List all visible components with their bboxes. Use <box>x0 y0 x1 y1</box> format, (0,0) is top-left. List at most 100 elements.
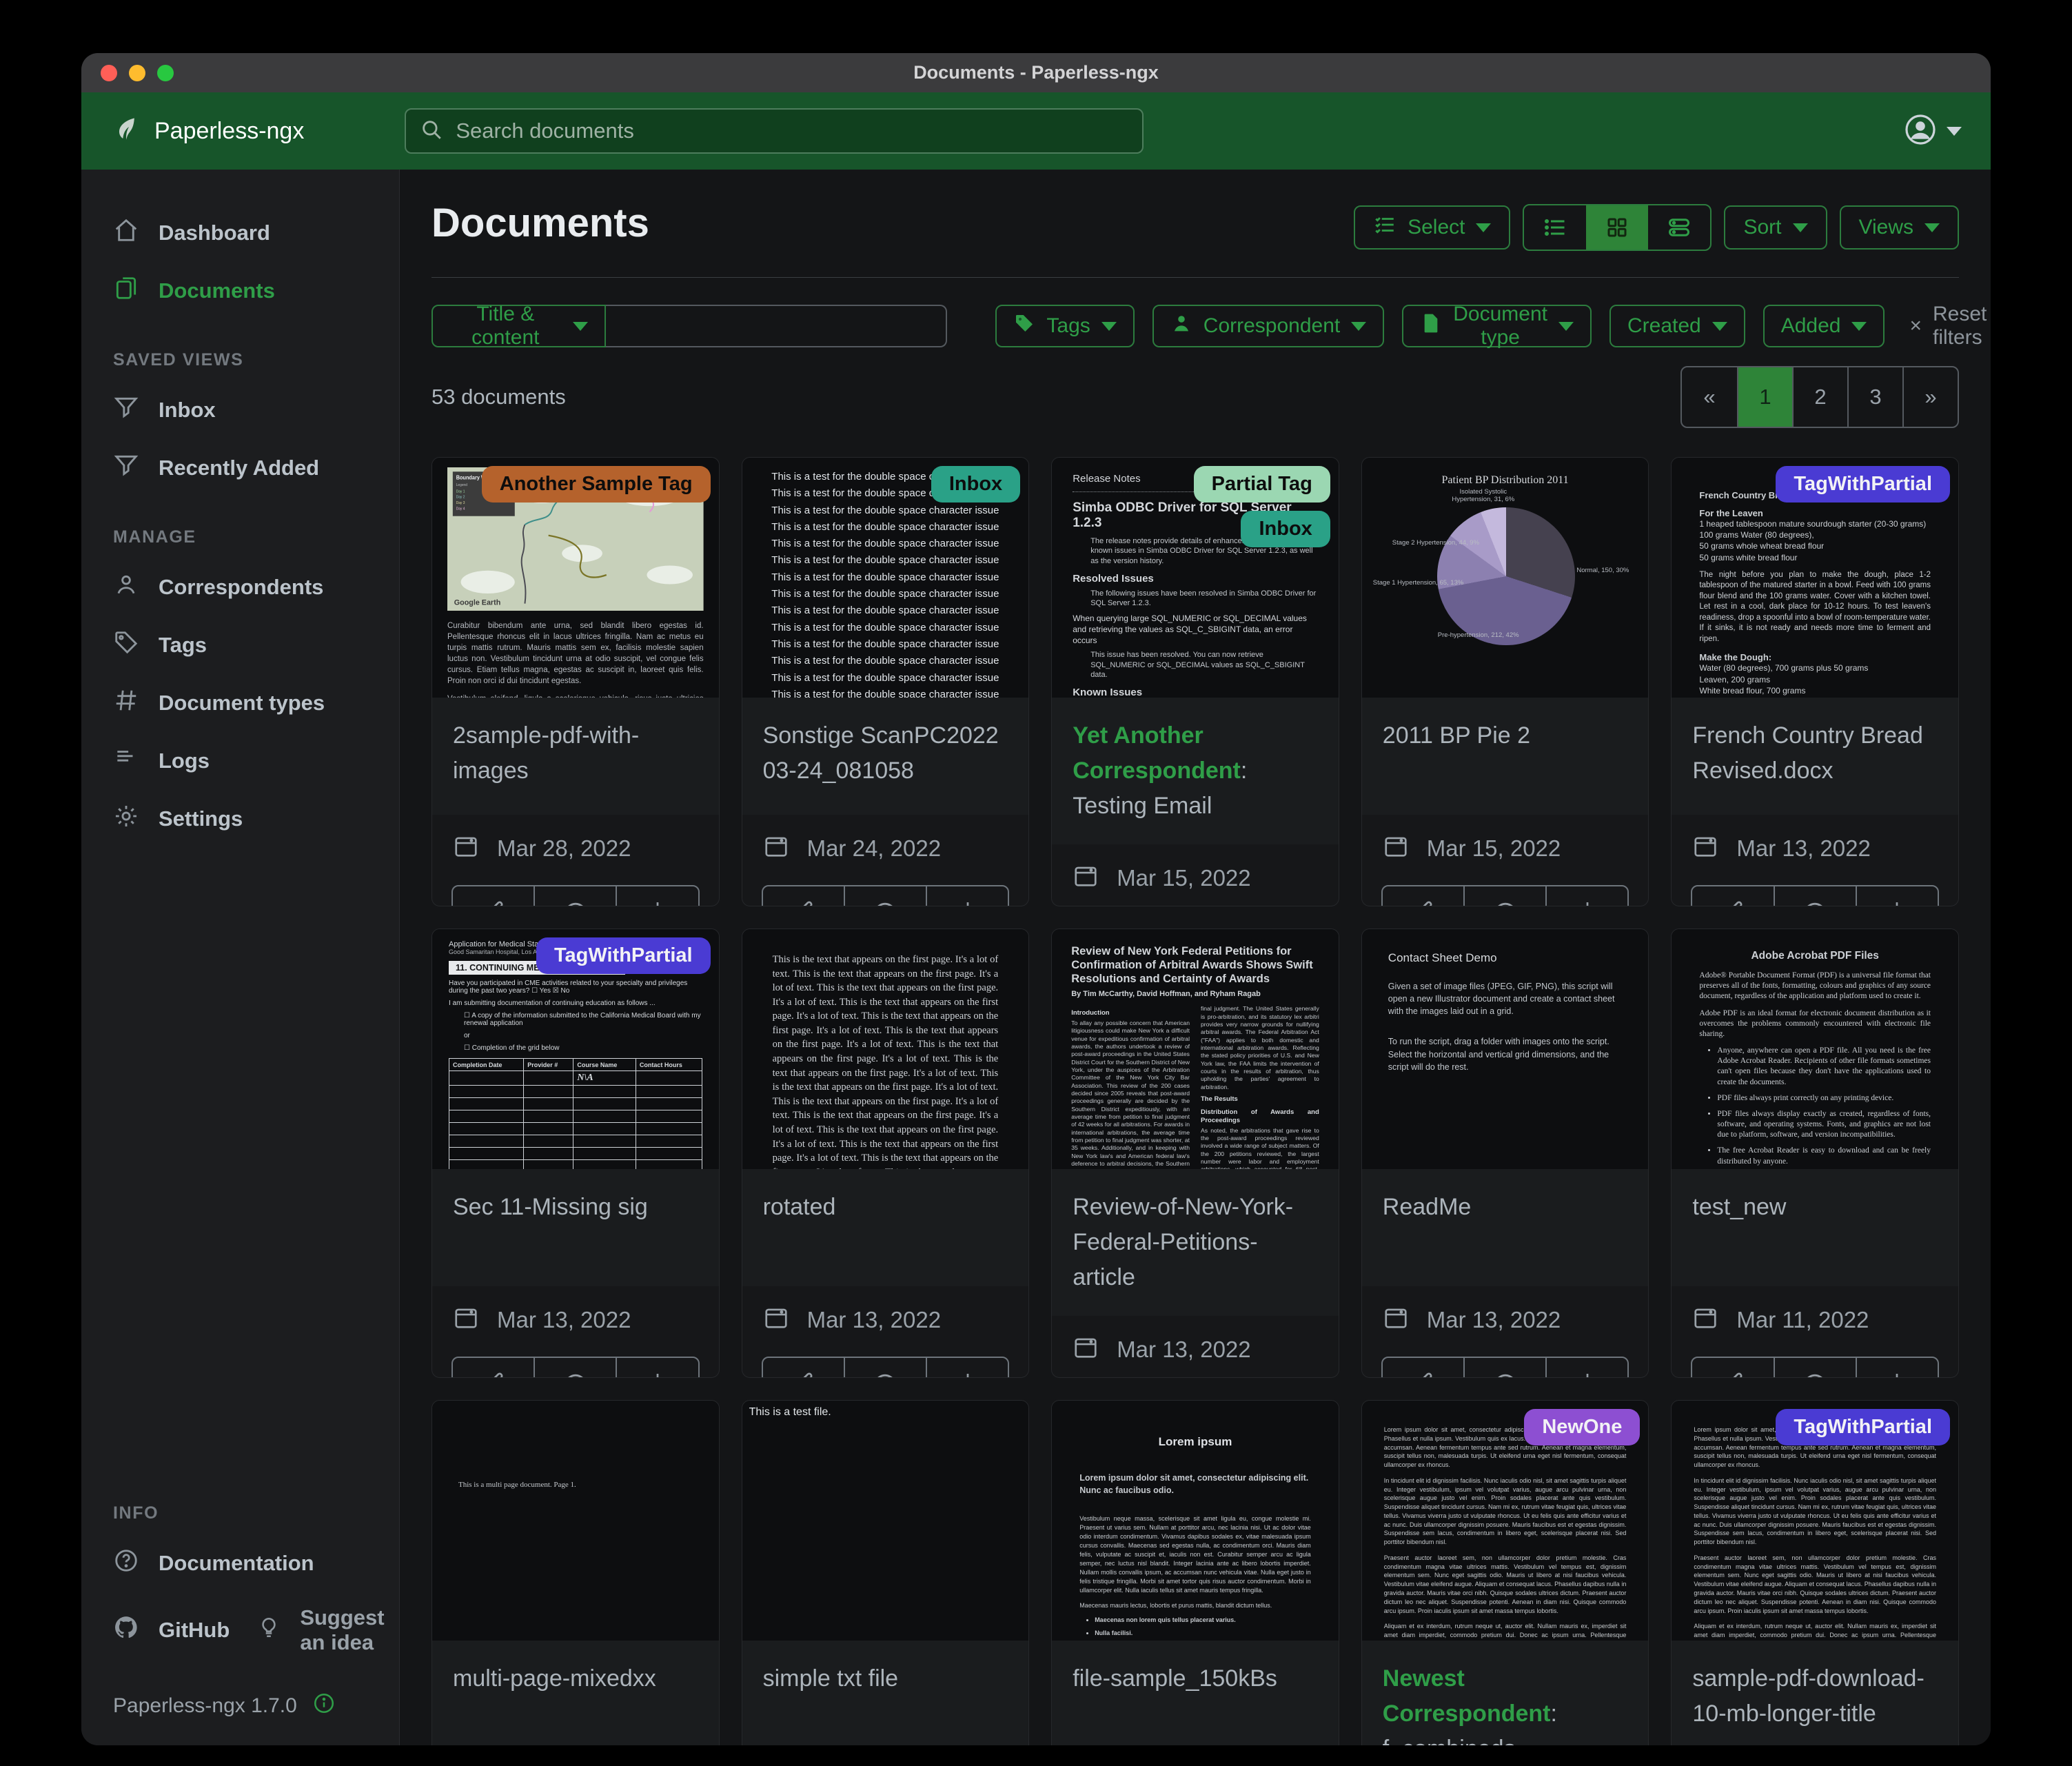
sidebar-item-suggest-idea[interactable]: Suggest an idea <box>243 1592 416 1668</box>
view-button[interactable] <box>1463 885 1547 906</box>
edit-button[interactable] <box>1691 885 1774 906</box>
document-card[interactable]: This is a multi page document. Page 1. m… <box>431 1400 720 1745</box>
document-card[interactable]: Contact Sheet DemoGiven a set of image f… <box>1361 928 1649 1378</box>
pagination-page-1[interactable]: 1 <box>1737 367 1792 427</box>
select-button[interactable]: Select <box>1354 205 1510 250</box>
document-thumbnail[interactable]: This is a test file. <box>742 1401 1029 1641</box>
view-button[interactable] <box>534 885 617 906</box>
document-card[interactable]: Partial TagInbox Release NotesSimba ODBC… <box>1051 457 1339 906</box>
pagination-prev[interactable]: « <box>1682 367 1737 427</box>
document-title[interactable]: test_new <box>1672 1169 1958 1286</box>
edit-button[interactable] <box>451 1357 535 1378</box>
document-thumbnail[interactable]: Lorem ipsumLorem ipsum dolor sit amet, c… <box>1052 1401 1339 1641</box>
sidebar-item-logs[interactable]: Logs <box>81 732 399 790</box>
document-thumbnail[interactable]: NewOne Lorem ipsum dolor sit amet, conse… <box>1362 1401 1649 1641</box>
document-card[interactable]: TagWithPartial Lorem ipsum dolor sit ame… <box>1671 1400 1959 1745</box>
document-thumbnail[interactable]: This is a multi page document. Page 1. <box>432 1401 719 1641</box>
document-title[interactable]: multi-page-mixedxx <box>432 1641 719 1745</box>
view-button[interactable] <box>844 1357 927 1378</box>
document-thumbnail[interactable]: TagWithPartial Lorem ipsum dolor sit ame… <box>1672 1401 1958 1641</box>
view-button[interactable] <box>1463 1357 1547 1378</box>
document-title[interactable]: Sec 11-Missing sig <box>432 1169 719 1286</box>
download-button[interactable] <box>616 885 699 906</box>
document-thumbnail[interactable]: Adobe Acrobat PDF FilesAdobe® Portable D… <box>1672 929 1958 1169</box>
document-card[interactable]: TagWithPartial Application for Medical S… <box>431 928 720 1378</box>
pagination-page-3[interactable]: 3 <box>1847 367 1902 427</box>
document-title[interactable]: French Country Bread Revised.docx <box>1672 698 1958 815</box>
document-card[interactable]: TagWithPartial French Country BreadFor t… <box>1671 457 1959 906</box>
view-button[interactable] <box>844 885 927 906</box>
download-button[interactable] <box>1545 1357 1629 1378</box>
tag-badge[interactable]: NewOne <box>1524 1409 1640 1445</box>
sidebar-item-documentation[interactable]: Documentation <box>81 1534 399 1592</box>
tag-badge[interactable]: TagWithPartial <box>1776 1409 1950 1445</box>
tag-badge[interactable]: Inbox <box>931 466 1020 503</box>
search-bar[interactable] <box>405 108 1144 154</box>
sidebar-item-github[interactable]: GitHub <box>81 1601 243 1659</box>
added-filter-button[interactable]: Added <box>1763 305 1885 347</box>
edit-button[interactable] <box>1691 1357 1774 1378</box>
title-content-filter-input[interactable] <box>606 305 948 347</box>
edit-button[interactable] <box>451 885 535 906</box>
created-filter-button[interactable]: Created <box>1609 305 1745 347</box>
grid-view-button[interactable] <box>1586 205 1648 250</box>
document-title[interactable]: simple txt file <box>742 1641 1029 1745</box>
sidebar-item-dashboard[interactable]: Dashboard <box>81 204 399 262</box>
view-button[interactable] <box>1774 885 1857 906</box>
document-card[interactable]: Review of New York Federal Petitions for… <box>1051 928 1339 1378</box>
tag-badge[interactable]: Another Sample Tag <box>482 466 711 503</box>
view-button[interactable] <box>534 1357 617 1378</box>
document-thumbnail[interactable]: TagWithPartial Application for Medical S… <box>432 929 719 1169</box>
download-button[interactable] <box>1545 885 1629 906</box>
document-card[interactable]: This is the text that appears on the fir… <box>742 928 1030 1378</box>
pagination-page-2[interactable]: 2 <box>1792 367 1847 427</box>
document-card[interactable]: Another Sample Tag Boundary Waters Trip … <box>431 457 720 906</box>
document-title[interactable]: ReadMe <box>1362 1169 1649 1286</box>
document-title[interactable]: Yet Another Correspondent: Testing Email <box>1052 698 1339 844</box>
pagination-next[interactable]: » <box>1902 367 1958 427</box>
document-thumbnail[interactable]: Partial TagInbox Release NotesSimba ODBC… <box>1052 458 1339 698</box>
document-title[interactable]: Newest Correspondent: f_combineds <box>1362 1641 1649 1745</box>
detail-view-button[interactable] <box>1648 205 1710 250</box>
sidebar-item-documents[interactable]: Documents <box>81 262 399 320</box>
document-thumbnail[interactable]: This is the text that appears on the fir… <box>742 929 1029 1169</box>
download-button[interactable] <box>1856 1357 1939 1378</box>
edit-button[interactable] <box>1381 885 1465 906</box>
document-thumbnail[interactable]: Patient BP Distribution 2011Normal, 150,… <box>1362 458 1649 698</box>
close-window-button[interactable] <box>101 65 117 81</box>
document-type-filter-button[interactable]: Document type <box>1402 305 1592 347</box>
edit-button[interactable] <box>762 1357 845 1378</box>
document-title[interactable]: Sonstige ScanPC2022 03-24_081058 <box>742 698 1029 815</box>
user-menu[interactable] <box>1904 113 1962 150</box>
download-button[interactable] <box>616 1357 699 1378</box>
tag-badge[interactable]: Partial Tag <box>1194 466 1330 503</box>
sidebar-item-recently-added[interactable]: Recently Added <box>81 439 399 497</box>
correspondent-filter-button[interactable]: Correspondent <box>1152 305 1384 347</box>
document-thumbnail[interactable]: TagWithPartial French Country BreadFor t… <box>1672 458 1958 698</box>
tag-badge[interactable]: TagWithPartial <box>536 937 711 974</box>
document-thumbnail[interactable]: Another Sample Tag Boundary Waters Trip … <box>432 458 719 698</box>
document-title[interactable]: 2011 BP Pie 2 <box>1362 698 1649 815</box>
info-icon[interactable] <box>312 1692 336 1721</box>
minimize-window-button[interactable] <box>129 65 145 81</box>
sidebar-item-settings[interactable]: Settings <box>81 790 399 848</box>
document-thumbnail[interactable]: Inbox This is a test for the double spac… <box>742 458 1029 698</box>
search-input[interactable] <box>454 118 1128 144</box>
title-content-filter-button[interactable]: Title & content <box>431 305 606 347</box>
document-title[interactable]: rotated <box>742 1169 1029 1286</box>
document-thumbnail[interactable]: Review of New York Federal Petitions for… <box>1052 929 1339 1169</box>
sidebar-item-inbox[interactable]: Inbox <box>81 381 399 439</box>
list-view-button[interactable] <box>1524 205 1586 250</box>
download-button[interactable] <box>1856 885 1939 906</box>
sidebar-item-correspondents[interactable]: Correspondents <box>81 558 399 616</box>
document-card[interactable]: This is a test file. simple txt file <box>742 1400 1030 1745</box>
app-logo[interactable]: Paperless-ngx <box>110 113 304 150</box>
document-title[interactable]: sample-pdf-download-10-mb-longer-title <box>1672 1641 1958 1745</box>
tags-filter-button[interactable]: Tags <box>995 305 1134 347</box>
sort-button[interactable]: Sort <box>1724 205 1827 250</box>
document-card[interactable]: Lorem ipsumLorem ipsum dolor sit amet, c… <box>1051 1400 1339 1745</box>
document-title[interactable]: 2sample-pdf-with-images <box>432 698 719 815</box>
document-card[interactable]: NewOne Lorem ipsum dolor sit amet, conse… <box>1361 1400 1649 1745</box>
edit-button[interactable] <box>762 885 845 906</box>
tag-badge[interactable]: Inbox <box>1241 511 1330 547</box>
